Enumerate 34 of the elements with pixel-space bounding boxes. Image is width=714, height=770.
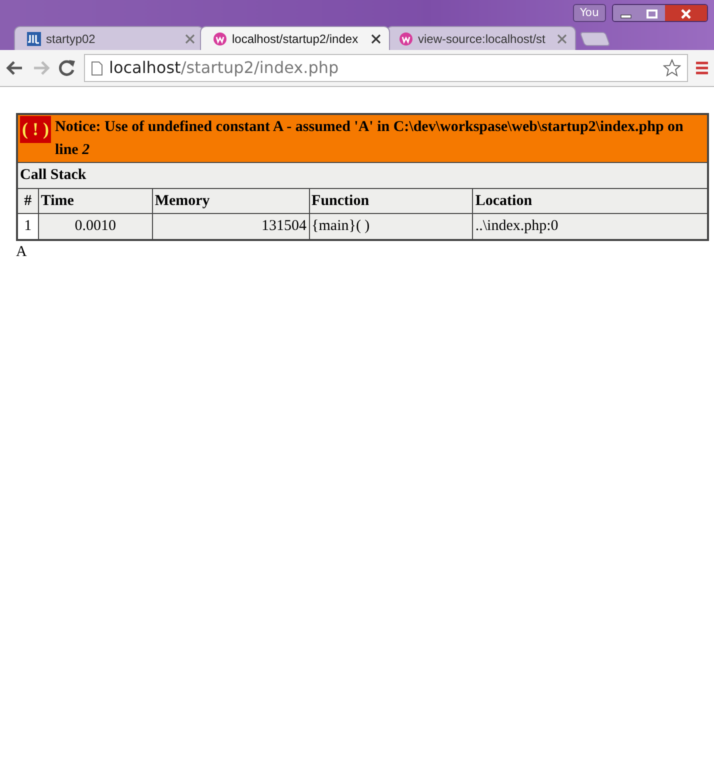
page-output-text: A — [16, 244, 27, 260]
browser-tab[interactable]: view-source:localhost/st — [386, 26, 576, 50]
table-cell: 1 — [24, 218, 32, 234]
minimize-button[interactable] — [613, 5, 639, 21]
column-header: # — [24, 192, 32, 208]
column-header: Memory — [154, 192, 210, 208]
ide-logo-icon — [27, 32, 41, 46]
server-logo-icon — [213, 32, 227, 46]
reload-icon[interactable] — [58, 59, 76, 77]
star-icon[interactable] — [663, 59, 681, 77]
maximize-button[interactable] — [639, 5, 665, 21]
close-icon[interactable] — [371, 34, 381, 44]
profile-button[interactable]: You — [573, 4, 606, 22]
browser-tab[interactable]: startyp02 — [14, 26, 204, 50]
warning-icon: ( ! ) — [20, 116, 51, 143]
page-icon — [91, 60, 103, 76]
table-cell: {main}( ) — [312, 218, 370, 234]
menu-icon[interactable] — [696, 61, 708, 75]
call-stack-heading: Call Stack — [20, 167, 86, 183]
table-cell: 131504 — [262, 218, 307, 234]
error-message: Notice: Use of undefined constant A - assumed 'A' in C:\dev\workspase\web\startup2\index.php on line 2 — [54, 118, 684, 160]
close-icon — [680, 9, 692, 19]
table-cell: ..\index.php:0 — [475, 218, 558, 234]
close-button[interactable] — [665, 5, 707, 21]
table-cell: 0.0010 — [74, 218, 116, 234]
column-header: Time — [40, 192, 74, 208]
column-header: Function — [312, 192, 370, 208]
back-icon[interactable] — [6, 60, 24, 76]
column-header: Location — [475, 192, 532, 208]
browser-tab[interactable]: localhost/startup2/index — [200, 26, 390, 50]
address-field[interactable]: localhost/startup2/index.php — [84, 54, 688, 82]
new-tab-button[interactable] — [579, 32, 611, 46]
server-logo-icon — [399, 32, 413, 46]
maximize-icon — [646, 9, 658, 19]
